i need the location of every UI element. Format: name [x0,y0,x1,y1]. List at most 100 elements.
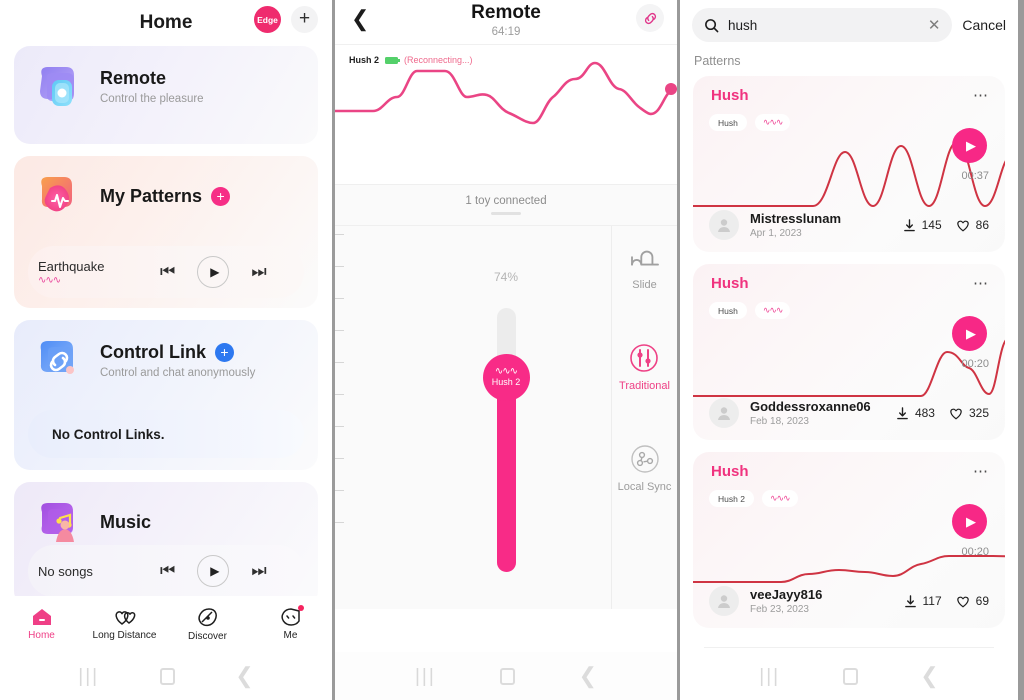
home-square-icon[interactable] [842,667,858,685]
music-controls: ⏮ ▶ ⏭ [160,555,267,587]
tab-me-label: Me [283,630,298,641]
tab-long-distance[interactable]: Long Distance [83,607,166,641]
intensity-slider[interactable]: ∿∿∿ Hush 2 [482,308,530,572]
pattern-card[interactable]: Hush ⋯ Hush ∿∿∿ ▶ 00:20 Goddessroxanne06… [693,264,1005,440]
pattern-card[interactable]: Hush ⋯ Hush ∿∿∿ ▶ 00:37 Mistresslunam Ap… [693,76,1005,252]
no-control-links-message: No Control Links. [28,410,304,458]
intensity-slider-area: 74% ∿∿∿ Hush 2 Slide Traditional Local S… [335,226,677,609]
back-icon[interactable]: ❮ [235,665,253,687]
home-square-icon[interactable] [159,667,175,685]
add-pattern-icon[interactable]: + [211,186,231,206]
cancel-button[interactable]: Cancel [962,17,1006,33]
knob-device-label: Hush 2 [491,377,521,388]
live-waveform-panel: Hush 2 (Reconnecting...) [335,44,677,184]
pattern-tags: Hush ∿∿∿ [709,114,791,131]
mode-traditional[interactable]: Traditional [619,343,670,392]
header-actions: Edge + [254,6,318,33]
back-icon[interactable]: ❮ [579,665,597,687]
heart-icon [956,596,969,608]
mode-slide-label: Slide [632,279,657,291]
pattern-search-panel: hush ✕ Cancel Patterns Hush ⋯ Hush ∿∿∿ ▶… [680,0,1018,700]
play-icon[interactable]: ▶ [952,316,987,351]
card-link-title: Control Link + [100,342,255,363]
remote-app-icon [30,58,86,114]
android-nav-bar: ||| ❮ [0,652,332,700]
heart-icon [950,408,962,420]
card-patterns-title: My Patterns + [100,185,231,207]
tab-discover-label: Discover [188,630,227,642]
recents-icon[interactable]: ||| [415,667,436,686]
close-icon[interactable]: ✕ [928,16,941,34]
tab-discover[interactable]: Discover [166,607,249,642]
home-square-icon[interactable] [499,667,515,685]
avatar[interactable] [709,398,739,428]
play-icon[interactable]: ▶ [952,128,987,163]
pattern-tags: Hush ∿∿∿ [709,302,791,319]
download-icon [897,406,908,419]
edge-badge[interactable]: Edge [254,6,281,33]
slider-knob[interactable]: ∿∿∿ Hush 2 [482,353,530,401]
card-music-title: Music [100,512,151,533]
music-track: No songs [38,564,156,579]
card-link-subtitle: Control and chat anonymously [100,366,256,379]
add-button[interactable]: + [291,6,318,33]
card-link-text: Control Link + Control and chat anonymou… [100,342,255,379]
recents-icon[interactable]: ||| [78,667,99,686]
card-music[interactable]: Music No songs ⏮ ▶ ⏭ [14,482,318,607]
pattern-title: Hush [711,275,749,292]
card-patterns-title-text: My Patterns [100,185,203,206]
card-remote-title-text: Remote [100,67,167,88]
three-phone-screenshots: Home Edge + Remote Control the pleasure … [0,0,1024,700]
next-icon[interactable]: ⏭ [251,561,266,581]
download-icon [904,594,916,607]
card-remote-header: Remote Control the pleasure [14,46,318,114]
like-count: 86 [975,218,989,232]
slider-fill [496,376,516,572]
like-stat[interactable]: 69 [956,594,989,608]
like-stat[interactable]: 86 [956,218,989,232]
search-input[interactable]: hush [728,18,919,33]
add-control-link-icon[interactable]: + [215,342,234,362]
like-count: 69 [975,594,989,608]
more-options-icon[interactable]: ⋯ [973,274,989,292]
avatar[interactable] [709,210,739,240]
card-remote-title: Remote [100,68,204,89]
back-icon[interactable]: ❮ [920,665,938,687]
download-count: 483 [914,406,935,420]
tab-long-distance-label: Long Distance [92,630,157,641]
card-music-header: Music [14,482,318,550]
card-link-header: Control Link + Control and chat anonymou… [14,320,318,388]
drag-handle[interactable] [491,212,521,215]
recents-icon[interactable]: ||| [759,667,780,686]
card-music-title-text: Music [100,511,152,532]
link-icon[interactable] [636,4,664,32]
next-icon[interactable]: ⏭ [251,262,266,282]
previous-icon[interactable]: ⏮ [160,262,175,282]
pattern-title: Hush [711,87,749,104]
pattern-card[interactable]: Hush ⋯ Hush 2 ∿∿∿ ▶ 00:20 veeJayy816 Feb… [693,452,1005,628]
patterns-controls: ⏮ ▶ ⏭ [160,256,267,288]
play-icon[interactable]: ▶ [197,256,230,288]
play-icon[interactable]: ▶ [952,504,987,539]
mode-local-sync[interactable]: Local Sync [618,444,671,493]
mode-slide[interactable]: Slide [627,246,663,291]
download-stat: 145 [903,218,942,232]
card-my-patterns[interactable]: My Patterns + Earthquake ∿∿∿ ⏮ ▶ ⏭ [14,156,318,308]
card-link-title-text: Control Link [100,341,206,362]
more-options-icon[interactable]: ⋯ [973,86,989,104]
like-stat[interactable]: 325 [949,406,989,420]
more-options-icon[interactable]: ⋯ [973,462,989,480]
pattern-title: Hush [711,463,749,480]
card-remote[interactable]: Remote Control the pleasure [14,46,318,144]
tab-me[interactable]: Me [249,605,332,641]
card-control-link[interactable]: Control Link + Control and chat anonymou… [14,320,318,470]
patterns-app-icon [30,168,86,224]
android-nav-bar: ||| ❮ [335,652,677,700]
previous-icon[interactable]: ⏮ [160,561,175,581]
search-box[interactable]: hush ✕ [692,8,953,42]
avatar[interactable] [709,586,739,616]
play-icon[interactable]: ▶ [197,555,230,587]
back-chevron-icon[interactable]: ❮ [351,6,369,32]
pattern-username: Goddessroxanne06 [750,399,871,414]
tab-home[interactable]: Home [0,607,83,641]
